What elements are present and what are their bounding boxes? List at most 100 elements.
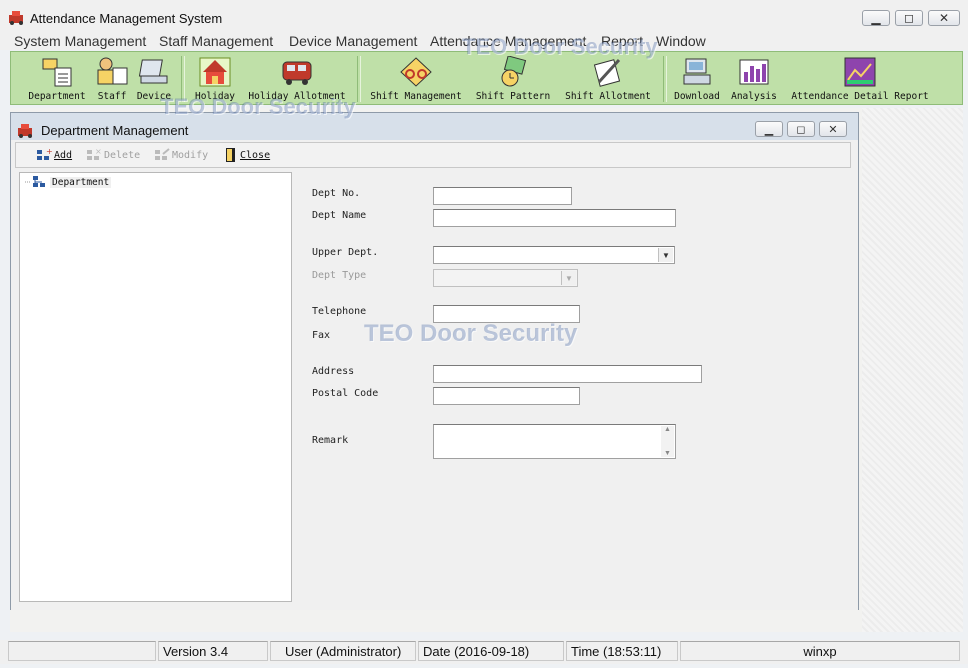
child-window-title: Department Management: [41, 123, 189, 138]
close-form-button[interactable]: Close: [222, 148, 270, 162]
toolbar-separator: [357, 56, 361, 102]
department-management-window: Department Management ▁ ◻ ✕ + Add × Dele…: [10, 112, 859, 610]
restore-icon: ◻: [904, 11, 914, 25]
toolbar-holiday-allotment-button[interactable]: Holiday Allotment: [243, 54, 351, 104]
tree-org-icon: [25, 176, 45, 187]
remark-scrollbar[interactable]: ▲ ▼: [661, 426, 674, 457]
menu-bar: System Management Staff Management Devic…: [0, 30, 968, 50]
fax-input[interactable]: [433, 329, 580, 347]
toolbar-attendance-detail-report-label: Attendance Detail Report: [791, 91, 929, 102]
department-toolbar: + Add × Delete Modify Close: [15, 142, 851, 168]
toolbar-download-label: Download: [674, 91, 720, 102]
tree-node-department[interactable]: Department: [25, 176, 112, 188]
toolbar-shift-management-button[interactable]: Shift Management: [367, 54, 465, 104]
toolbar-holiday-allotment-label: Holiday Allotment: [248, 91, 346, 102]
tree-node-label: Department: [50, 176, 112, 188]
child-minimize-button[interactable]: ▁: [755, 121, 783, 137]
toolbar-analysis-button[interactable]: Analysis: [729, 54, 779, 104]
delete-label: Delete: [104, 149, 141, 161]
menu-window[interactable]: Window: [656, 33, 706, 49]
main-toolbar: Department Staff Device Holiday Holiday …: [10, 51, 963, 105]
app-titlebar: Attendance Management System ▁ ◻ ✕: [0, 0, 968, 30]
status-cell-empty: [8, 641, 156, 661]
delete-icon: ×: [87, 148, 102, 160]
device-icon: [138, 59, 168, 84]
scroll-up-icon[interactable]: ▲: [664, 426, 671, 433]
menu-attendance-management[interactable]: Attendance Management: [430, 33, 586, 49]
delete-button[interactable]: × Delete: [86, 148, 140, 162]
svg-text:+: +: [46, 148, 52, 156]
dept-type-select[interactable]: ▼: [433, 269, 578, 287]
chevron-down-icon[interactable]: ▼: [561, 271, 576, 285]
toolbar-staff-button[interactable]: Staff: [93, 54, 131, 104]
toolbar-department-label: Department: [28, 91, 86, 102]
download-icon: [683, 58, 711, 85]
attendance-detail-report-icon: [844, 57, 876, 87]
upper-dept-label: Upper Dept.: [312, 247, 379, 258]
child-maximize-button[interactable]: ◻: [787, 121, 815, 137]
menu-device-management[interactable]: Device Management: [289, 33, 417, 49]
toolbar-staff-label: Staff: [97, 91, 127, 102]
upper-dept-select[interactable]: ▼: [433, 246, 675, 264]
toolbar-download-button[interactable]: Download: [671, 54, 723, 104]
modify-button[interactable]: Modify: [154, 148, 208, 162]
status-date: Date (2016-09-18): [418, 641, 564, 661]
app-logo-icon: [18, 124, 32, 138]
toolbar-department-button[interactable]: Department: [25, 54, 89, 104]
toolbar-analysis-label: Analysis: [731, 91, 777, 102]
minimize-icon: ▁: [871, 11, 881, 25]
department-form: Dept No. Dept Name Upper Dept. ▼ Dept Ty…: [293, 172, 852, 602]
child-close-button[interactable]: ✕: [819, 121, 847, 137]
dept-name-input[interactable]: [433, 209, 676, 227]
remark-textarea[interactable]: ▲ ▼: [433, 424, 676, 459]
close-button[interactable]: ✕: [928, 10, 960, 26]
minimize-icon: ▁: [764, 123, 774, 136]
add-button[interactable]: + Add: [36, 148, 72, 162]
close-icon: ✕: [828, 123, 838, 136]
remark-label: Remark: [312, 435, 349, 446]
restore-icon: ◻: [796, 123, 806, 136]
fax-label: Fax: [312, 330, 331, 341]
toolbar-shift-allotment-button[interactable]: Shift Allotment: [561, 54, 655, 104]
toolbar-holiday-label: Holiday: [194, 91, 236, 102]
workspace-background: [862, 108, 963, 632]
address-input[interactable]: [433, 365, 702, 383]
toolbar-shift-pattern-label: Shift Pattern: [475, 91, 551, 102]
toolbar-separator: [663, 56, 667, 102]
shift-pattern-icon: [501, 56, 527, 87]
scroll-down-icon[interactable]: ▼: [664, 450, 671, 457]
toolbar-holiday-button[interactable]: Holiday: [191, 54, 239, 104]
staff-icon: [97, 57, 128, 85]
dept-no-input[interactable]: [433, 187, 572, 205]
modify-icon: [155, 148, 170, 160]
app-logo-icon: [9, 11, 23, 25]
toolbar-shift-management-label: Shift Management: [370, 91, 462, 102]
department-tree[interactable]: Department: [19, 172, 292, 602]
maximize-button[interactable]: ◻: [895, 10, 923, 26]
telephone-label: Telephone: [312, 306, 367, 317]
shift-management-icon: [400, 57, 432, 87]
status-os: winxp: [680, 641, 960, 661]
close-label: Close: [240, 149, 271, 161]
holiday-icon: [199, 57, 231, 87]
minimize-button[interactable]: ▁: [862, 10, 890, 26]
toolbar-shift-pattern-button[interactable]: Shift Pattern: [473, 54, 553, 104]
menu-staff-management[interactable]: Staff Management: [159, 33, 273, 49]
child-titlebar: Department Management ▁ ◻ ✕: [11, 113, 858, 143]
menu-system-management[interactable]: System Management: [14, 33, 146, 49]
app-title: Attendance Management System: [30, 11, 223, 26]
toolbar-attendance-detail-report-button[interactable]: Attendance Detail Report: [787, 54, 933, 104]
analysis-icon: [739, 59, 769, 85]
postal-code-label: Postal Code: [312, 388, 379, 399]
menu-report[interactable]: Report: [601, 33, 643, 49]
dept-name-label: Dept Name: [312, 210, 367, 221]
telephone-input[interactable]: [433, 305, 580, 323]
toolbar-device-button[interactable]: Device: [135, 54, 173, 104]
modify-label: Modify: [172, 149, 209, 161]
dept-no-label: Dept No.: [312, 188, 361, 199]
toolbar-separator: [181, 56, 185, 102]
chevron-down-icon[interactable]: ▼: [658, 248, 673, 262]
toolbar-shift-allotment-label: Shift Allotment: [565, 91, 651, 102]
postal-code-input[interactable]: [433, 387, 580, 405]
status-bar: Version 3.4 User (Administrator) Date (2…: [0, 640, 968, 664]
